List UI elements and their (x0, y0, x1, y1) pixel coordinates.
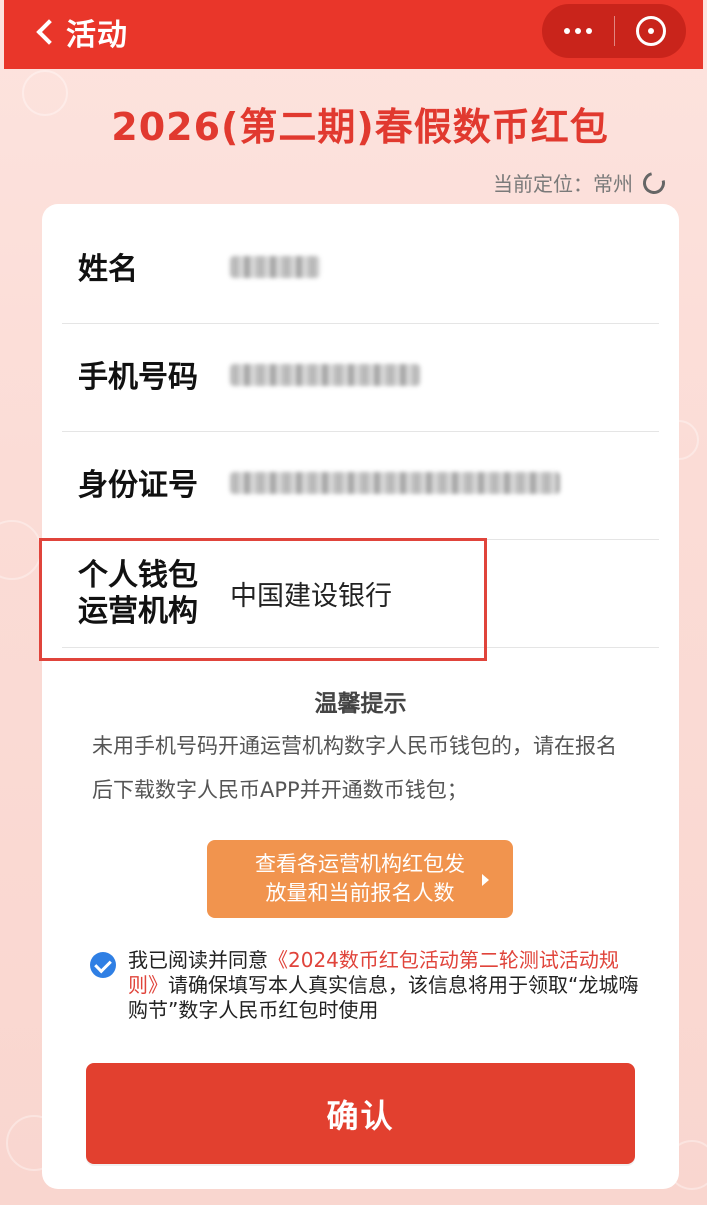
phone-value (212, 362, 420, 393)
phone-label: 手机号码 (78, 359, 198, 395)
phone-row: 手机号码 (62, 324, 659, 432)
form-card: 姓名 手机号码 身份证号 个人钱包运营机构 中国建设银行 温馨提示 未用手机号码… (42, 204, 679, 1189)
back-button[interactable]: 活动 (34, 12, 128, 53)
nav-bar: 活动 (4, 0, 703, 69)
confirm-button[interactable]: 确认 (86, 1063, 635, 1164)
location-text: 当前定位：常州 (493, 168, 633, 197)
agreement: 我已阅读并同意《2024数币红包活动第二轮测试活动规则》请确保填写本人真实信息，… (90, 948, 640, 1023)
more-button[interactable] (542, 4, 614, 58)
chevron-left-icon (36, 19, 62, 45)
agreement-text: 我已阅读并同意《2024数币红包活动第二轮测试活动规则》请确保填写本人真实信息，… (128, 948, 640, 1023)
phone-redacted (230, 364, 420, 386)
highlight-frame (39, 538, 487, 661)
id-value (212, 470, 560, 501)
location-city: 常州 (593, 172, 633, 196)
page: 活动 2026(第二期)春假数币红包 当前定位：常州 姓名 手机号码 身份证号 … (0, 0, 707, 1205)
view-stats-button[interactable]: 查看各运营机构红包发放量和当前报名人数 (207, 840, 513, 918)
more-dots-icon (586, 28, 592, 34)
agreement-prefix: 我已阅读并同意 (128, 948, 268, 972)
location-label: 当前定位： (493, 172, 593, 196)
mini-program-capsule (542, 4, 686, 58)
agreement-suffix: 请确保填写本人真实信息，该信息将用于领取“龙城嗨购节”数字人民币红包时使用 (128, 973, 639, 1022)
view-stats-label: 查看各运营机构红包发放量和当前报名人数 (255, 852, 465, 905)
tips-text: 未用手机号码开通运营机构数字人民币钱包的，请在报名后下载数字人民币APP并开通数… (92, 734, 617, 802)
name-value (212, 254, 320, 285)
checkbox-checked-icon[interactable] (90, 952, 116, 978)
more-dots-icon (575, 28, 581, 34)
more-dots-icon (564, 28, 570, 34)
id-row: 身份证号 (62, 432, 659, 540)
close-target-icon (635, 16, 666, 46)
tips-title: 温馨提示 (314, 691, 407, 717)
close-button[interactable] (615, 4, 686, 58)
page-title: 2026(第二期)春假数币红包 (111, 105, 609, 149)
nav-title: 活动 (66, 18, 128, 53)
decorative-circle (0, 520, 42, 580)
refresh-icon[interactable] (638, 167, 670, 198)
chevron-right-icon (482, 874, 489, 886)
id-redacted (230, 472, 560, 494)
name-row: 姓名 (62, 216, 659, 324)
name-redacted (230, 256, 320, 278)
location-bar: 当前定位：常州 (493, 167, 670, 198)
name-label: 姓名 (78, 251, 138, 287)
id-label: 身份证号 (78, 467, 198, 503)
